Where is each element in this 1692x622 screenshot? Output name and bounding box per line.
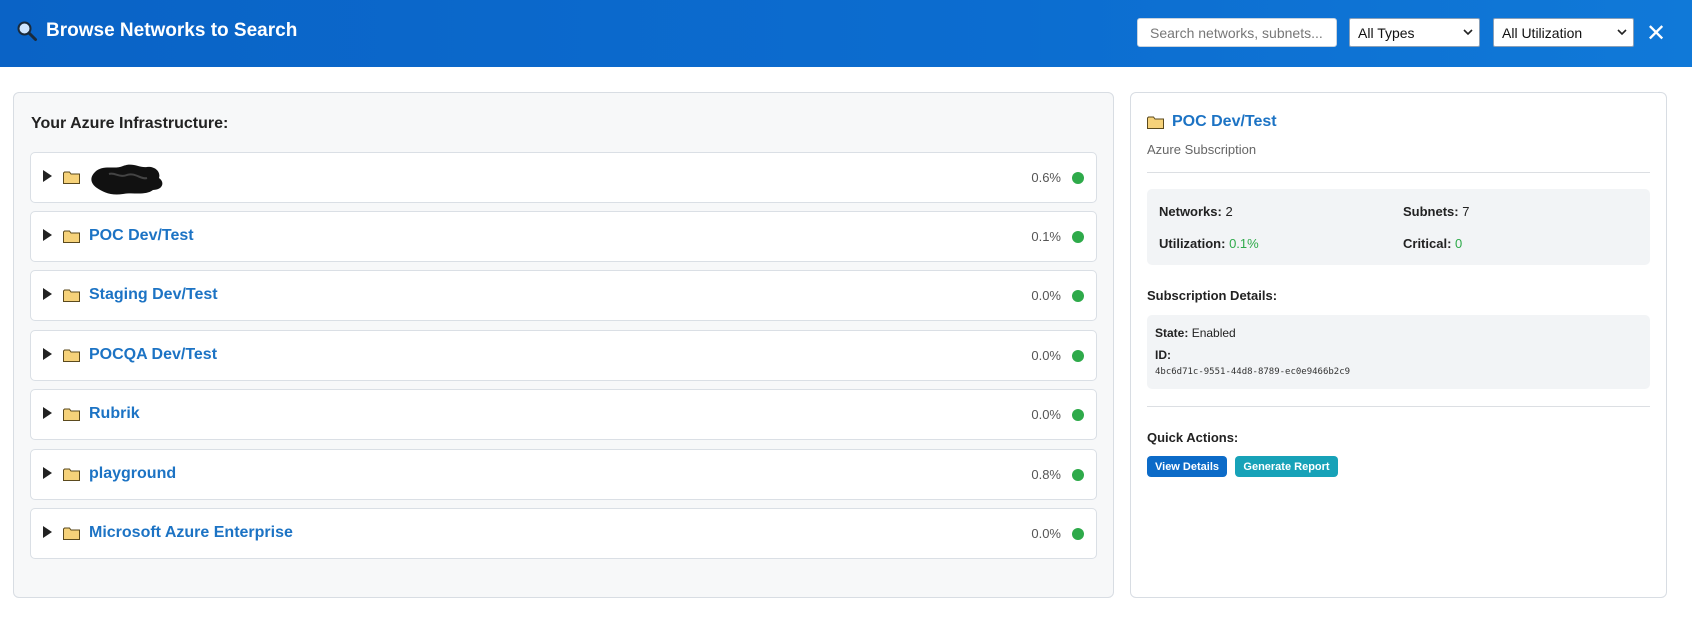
utilization-value: 0.0% [1031,348,1061,363]
subscription-link[interactable]: POC Dev/Test [89,227,194,245]
folder-icon [63,468,80,481]
utilization-value: 0.8% [1031,467,1061,482]
subscription-link[interactable]: Microsoft Azure Enterprise [89,524,293,542]
header-title-text: Browse Networks to Search [46,20,298,41]
expand-arrow-icon[interactable] [43,526,52,538]
status-dot [1072,528,1084,540]
divider [1147,172,1650,173]
utilization-value: 0.6% [1031,170,1061,185]
details-title-link[interactable]: POC Dev/Test [1172,113,1277,131]
expand-arrow-icon[interactable] [43,407,52,419]
utilization-value: 0.1% [1031,229,1061,244]
utilization-value: 0.1% [1229,236,1259,251]
networks-stat: Networks: 2 [1159,204,1233,219]
redacted-label [91,164,163,195]
expand-arrow-icon[interactable] [43,348,52,360]
critical-label: Critical: [1403,236,1452,251]
generate-report-button[interactable]: Generate Report [1235,456,1338,477]
magnifier-icon [16,20,38,42]
close-button[interactable]: ✕ [1645,21,1667,47]
details-subtitle: Azure Subscription [1147,142,1257,157]
utilization-value: 0.0% [1031,407,1061,422]
details-panel: POC Dev/Test Azure Subscription Networks… [1130,92,1667,598]
subscription-link[interactable]: POCQA Dev/Test [89,346,217,364]
tree-row[interactable]: POC Dev/Test 0.1% [30,211,1097,262]
critical-value: 0 [1455,236,1463,251]
utilization-filter-value: All Utilization [1502,24,1583,41]
subnets-value: 7 [1462,204,1470,219]
utilization-value: 0.0% [1031,526,1061,541]
folder-icon [63,527,80,540]
utilization-stat: Utilization: 0.1% [1159,236,1259,251]
tree-row[interactable]: 0.6% [30,152,1097,203]
search-input[interactable] [1137,18,1337,47]
utilization-value: 0.0% [1031,288,1061,303]
tree-row[interactable]: Microsoft Azure Enterprise 0.0% [30,508,1097,559]
status-dot [1072,409,1084,421]
networks-label: Networks: [1159,204,1222,219]
id-label: ID: [1155,348,1171,362]
tree-row[interactable]: POCQA Dev/Test 0.0% [30,330,1097,381]
state-line: State: Enabled [1155,326,1236,340]
subscription-link[interactable]: Rubrik [89,405,140,423]
folder-icon [63,289,80,302]
utilization-filter-select[interactable]: All Utilization [1493,18,1634,47]
status-dot [1072,231,1084,243]
infrastructure-heading: Your Azure Infrastructure: [31,115,229,132]
subscription-link[interactable]: playground [89,465,176,483]
infrastructure-panel: Your Azure Infrastructure: 0.6% POC Dev/… [13,92,1114,598]
type-filter-value: All Types [1358,24,1415,41]
folder-icon [63,349,80,362]
subnets-stat: Subnets: 7 [1403,204,1469,219]
tree-row[interactable]: Staging Dev/Test 0.0% [30,270,1097,321]
divider [1147,406,1650,407]
folder-icon [63,230,80,243]
status-dot [1072,469,1084,481]
chevron-down-icon [1617,29,1627,36]
state-value: Enabled [1191,326,1236,340]
subscription-details-heading: Subscription Details: [1147,288,1278,303]
networks-value: 2 [1225,204,1233,219]
expand-arrow-icon[interactable] [43,170,52,182]
expand-arrow-icon[interactable] [43,229,52,241]
quick-actions-heading: Quick Actions: [1147,430,1239,445]
subscription-details-box: State: Enabled ID: 4bc6d71c-9551-44d8-87… [1147,315,1650,389]
expand-arrow-icon[interactable] [43,467,52,479]
status-dot [1072,350,1084,362]
state-label: State: [1155,326,1189,340]
details-title: POC Dev/Test [1147,113,1277,131]
header-title: Browse Networks to Search [16,20,297,42]
folder-icon [1147,116,1164,129]
modal-header: Browse Networks to Search All Types All … [0,0,1692,67]
status-dot [1072,290,1084,302]
tree-row[interactable]: Rubrik 0.0% [30,389,1097,440]
subscription-id: 4bc6d71c-9551-44d8-8789-ec0e9466b2c9 [1155,367,1351,377]
tree-row[interactable]: playground 0.8% [30,449,1097,500]
status-dot [1072,172,1084,184]
folder-icon [63,171,80,184]
type-filter-select[interactable]: All Types [1349,18,1480,47]
expand-arrow-icon[interactable] [43,288,52,300]
folder-icon [63,408,80,421]
critical-stat: Critical: 0 [1403,236,1462,251]
stats-box: Networks: 2 Subnets: 7 Utilization: 0.1%… [1147,189,1650,265]
utilization-label: Utilization: [1159,236,1226,251]
subnets-label: Subnets: [1403,204,1459,219]
chevron-down-icon [1463,29,1473,36]
view-details-button[interactable]: View Details [1147,456,1227,477]
subscription-link[interactable]: Staging Dev/Test [89,286,218,304]
